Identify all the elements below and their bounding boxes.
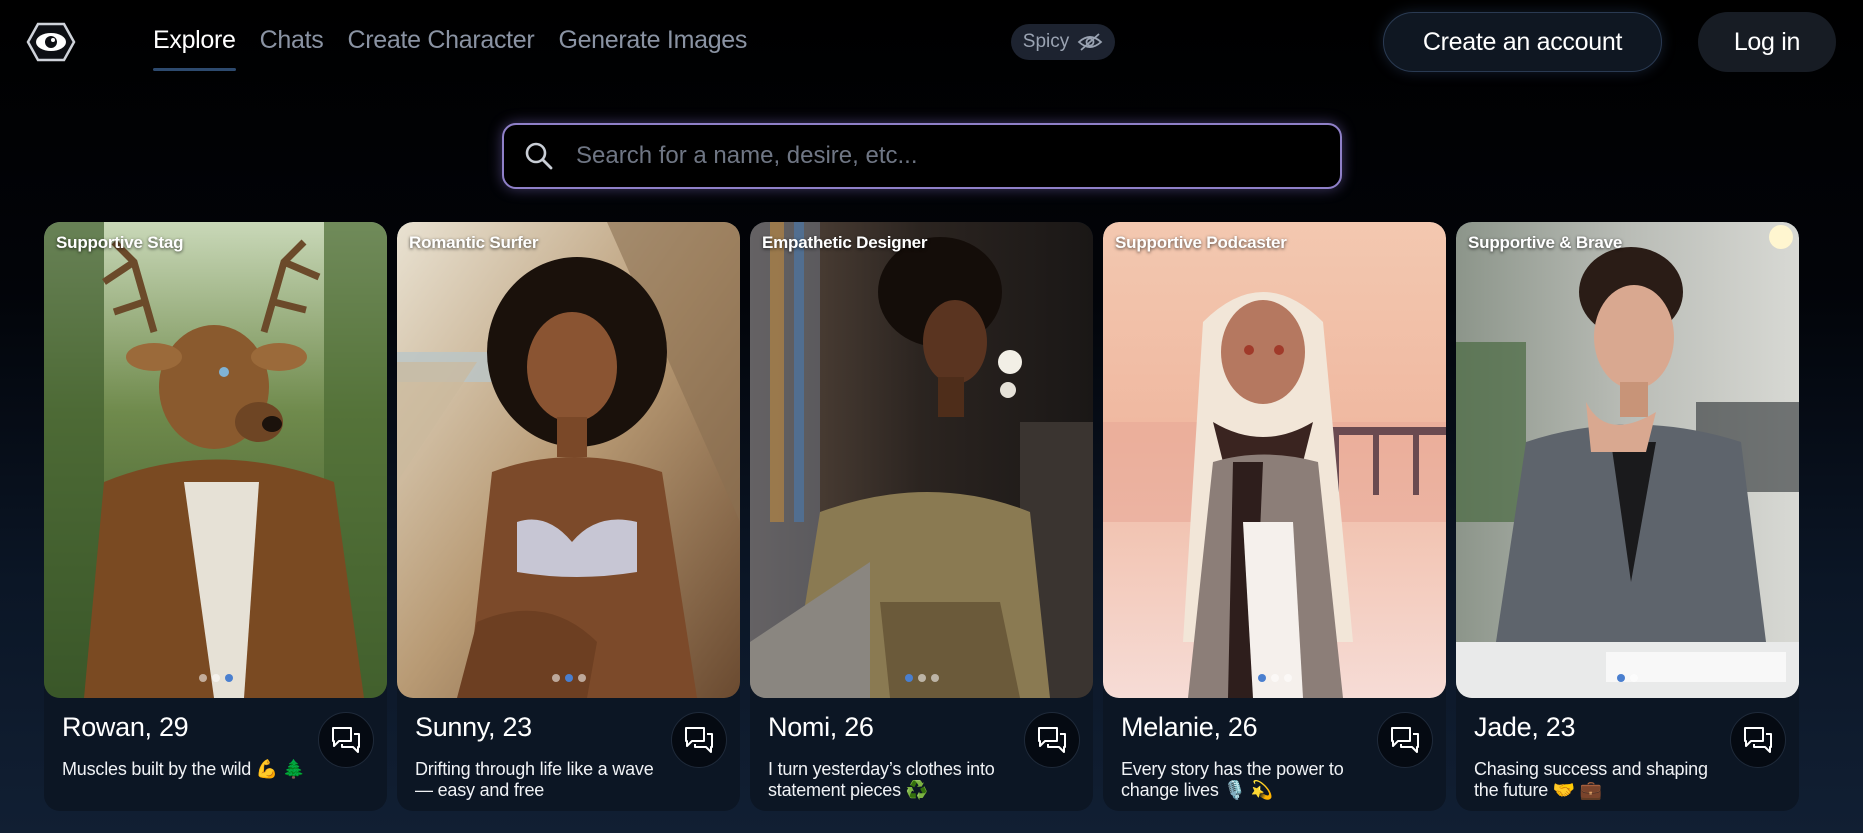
- pager-dot[interactable]: [1283, 674, 1292, 682]
- character-tagline: Every story has the power to change live…: [1121, 759, 1344, 800]
- character-card-jade[interactable]: Supportive & Brave Jade, 23 Chasing succ…: [1456, 222, 1799, 811]
- pager-dot[interactable]: [198, 674, 207, 682]
- nav-generate-images[interactable]: Generate Images: [558, 26, 747, 72]
- pager-dot[interactable]: [917, 674, 926, 682]
- image-pager[interactable]: [397, 674, 740, 682]
- spicy-label: Spicy: [1022, 31, 1070, 52]
- character-tagline: I turn yesterday’s clothes into statemen…: [768, 759, 995, 800]
- chat-bubbles-icon: [1391, 727, 1419, 753]
- pager-dot[interactable]: [577, 674, 586, 682]
- search-icon: [525, 142, 553, 170]
- chat-bubbles-icon: [332, 727, 360, 753]
- chat-button[interactable]: [318, 712, 374, 768]
- character-card-nomi[interactable]: Empathetic Designer Nomi, 26 I turn yest…: [750, 222, 1093, 811]
- character-name: Sunny, 23: [415, 712, 532, 742]
- eye-off-icon: [1077, 33, 1103, 51]
- search-input[interactable]: [576, 142, 1316, 170]
- character-image[interactable]: Supportive Stag: [44, 222, 387, 698]
- image-pager[interactable]: [44, 674, 387, 682]
- character-tagline: Drifting through life like a wave — easy…: [415, 759, 654, 800]
- pager-dot[interactable]: [1630, 674, 1638, 682]
- spicy-toggle[interactable]: Spicy: [1011, 24, 1115, 60]
- pager-dot[interactable]: [930, 674, 939, 682]
- character-card-sunny[interactable]: Romantic Surfer Sunny, 23 Drifting throu…: [397, 222, 740, 811]
- character-tagline: Muscles built by the wild 💪 🌲: [62, 759, 306, 779]
- pager-dot-active[interactable]: [1617, 674, 1625, 682]
- pager-dot-active[interactable]: [564, 674, 573, 682]
- pager-dot-active[interactable]: [224, 674, 233, 682]
- card-tag: Supportive & Brave: [1468, 233, 1623, 252]
- character-tagline: Chasing success and shaping the future 🤝…: [1474, 759, 1708, 800]
- character-name: Nomi, 26: [768, 712, 874, 742]
- chat-button[interactable]: [671, 712, 727, 768]
- chat-bubbles-icon: [1038, 727, 1066, 753]
- chat-button[interactable]: [1377, 712, 1433, 768]
- chat-button[interactable]: [1730, 712, 1786, 768]
- character-grid: Supportive Stag Rowan, 29 Muscles built …: [44, 222, 1799, 811]
- search-bar: [502, 123, 1342, 189]
- character-name: Rowan, 29: [62, 712, 189, 742]
- pager-dot[interactable]: [1270, 674, 1279, 682]
- pager-dot-active[interactable]: [1257, 674, 1266, 682]
- chat-bubbles-icon: [1744, 727, 1772, 753]
- pager-dot-active[interactable]: [904, 674, 913, 682]
- logo-eye-icon[interactable]: [22, 18, 80, 66]
- pager-dot[interactable]: [551, 674, 560, 682]
- image-pager[interactable]: [750, 674, 1093, 682]
- chat-bubbles-icon: [685, 727, 713, 753]
- create-account-button[interactable]: Create an account: [1383, 12, 1662, 72]
- main-nav: Explore Chats Create Character Generate …: [153, 26, 771, 72]
- character-image[interactable]: Romantic Surfer: [397, 222, 740, 698]
- character-name: Melanie, 26: [1121, 712, 1258, 742]
- character-name: Jade, 23: [1474, 712, 1576, 742]
- character-card-rowan[interactable]: Supportive Stag Rowan, 29 Muscles built …: [44, 222, 387, 811]
- card-tag: Supportive Podcaster: [1115, 233, 1287, 252]
- login-button[interactable]: Log in: [1698, 12, 1836, 72]
- card-tag: Empathetic Designer: [762, 233, 928, 252]
- nav-chats[interactable]: Chats: [260, 26, 324, 72]
- chat-button[interactable]: [1024, 712, 1080, 768]
- image-pager[interactable]: [1103, 674, 1446, 682]
- pager-dot[interactable]: [211, 674, 220, 682]
- nav-create-character[interactable]: Create Character: [347, 26, 534, 72]
- character-image[interactable]: Supportive & Brave: [1456, 222, 1799, 698]
- character-image[interactable]: Supportive Podcaster: [1103, 222, 1446, 698]
- character-image[interactable]: Empathetic Designer: [750, 222, 1093, 698]
- nav-explore[interactable]: Explore: [153, 26, 236, 72]
- character-card-melanie[interactable]: Supportive Podcaster Melanie, 26 Every s…: [1103, 222, 1446, 811]
- image-pager[interactable]: [1456, 674, 1799, 682]
- top-bar: Explore Chats Create Character Generate …: [0, 0, 1863, 84]
- card-tag: Supportive Stag: [56, 233, 184, 252]
- card-tag: Romantic Surfer: [409, 233, 539, 252]
